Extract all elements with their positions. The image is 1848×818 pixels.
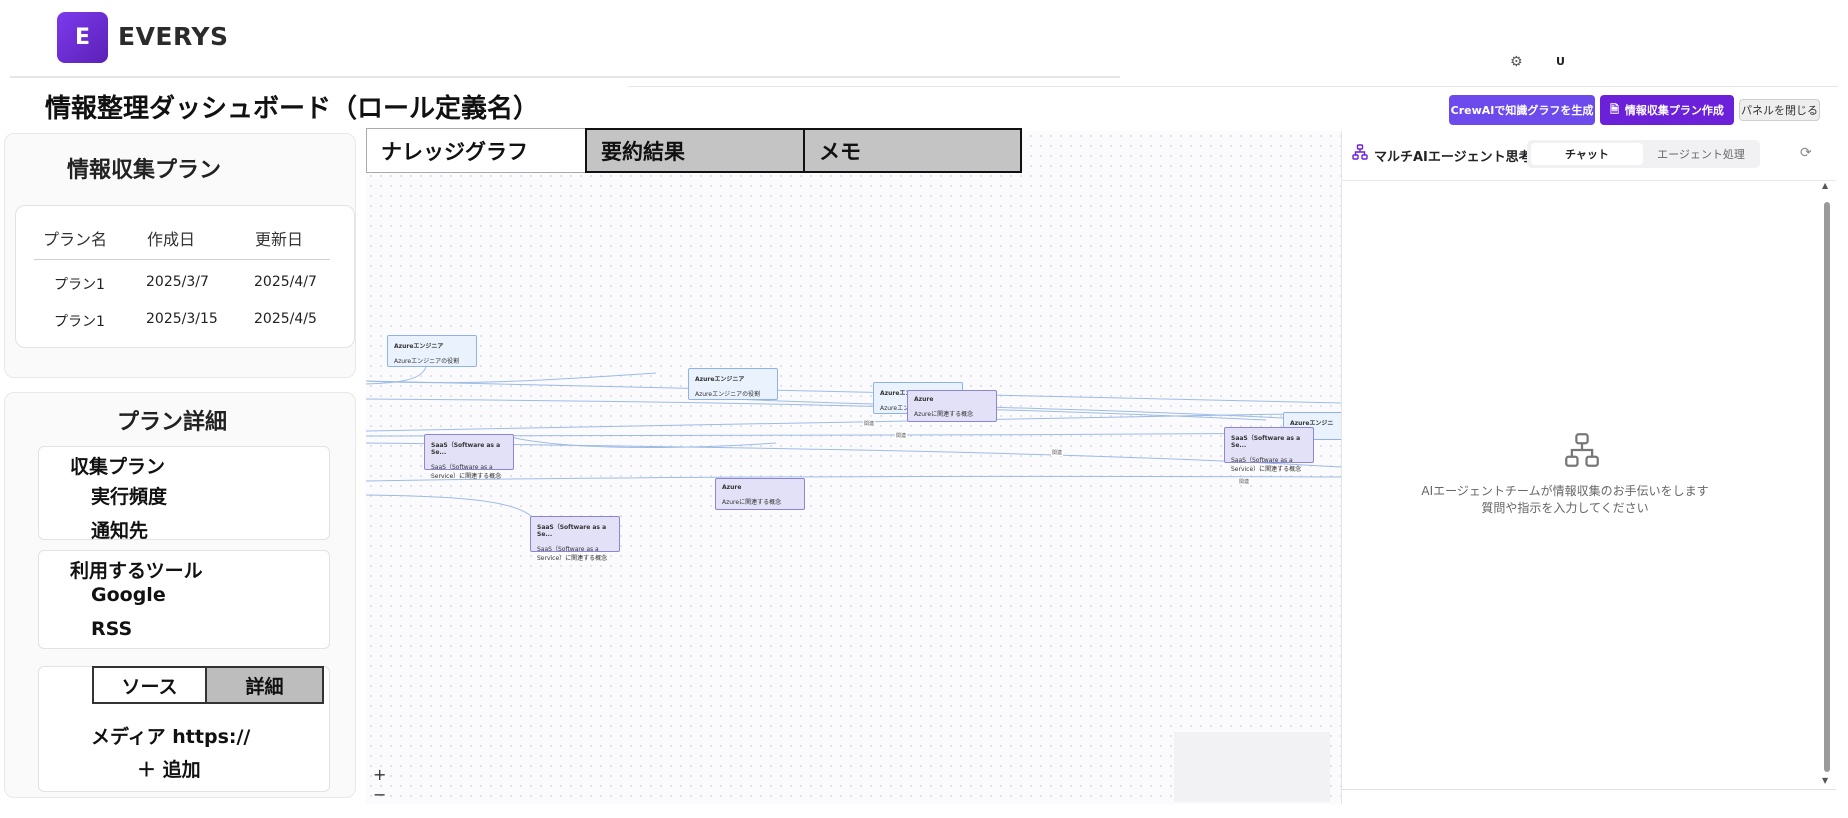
detail-toggle[interactable]: 詳細	[207, 666, 324, 704]
graph-node[interactable]: SaaS（Software as a Se... SaaS（Software a…	[1224, 427, 1314, 473]
scroll-down-icon[interactable]: ▼	[1822, 776, 1828, 785]
scroll-up-icon[interactable]: ▲	[1822, 181, 1828, 190]
table-cell: 2025/3/7	[146, 274, 209, 290]
minimap[interactable]	[1174, 732, 1330, 802]
graph-node[interactable]: SaaS（Software as a Se... SaaS（Software a…	[530, 516, 620, 562]
node-desc: Azureに関連する概念	[722, 499, 782, 506]
table-cell: プラン1	[54, 314, 105, 330]
create-plan-button[interactable]: 🗎 情報収集プラン作成	[1600, 95, 1734, 125]
table-cell: 2025/4/5	[254, 311, 317, 327]
node-desc: SaaS（Software as a Service）に関連する概念	[537, 546, 608, 562]
node-desc: Azureエンジニアの役割	[695, 391, 761, 398]
refresh-icon[interactable]: ⟳	[1800, 145, 1812, 161]
edge-label: 関連	[863, 420, 876, 427]
graph-node[interactable]: Azureエンジニア Azureエンジニアの役割	[387, 335, 477, 367]
zoom-out-button[interactable]: −	[373, 785, 386, 804]
close-panel-button[interactable]: パネルを閉じる	[1739, 99, 1820, 121]
node-desc: Azureに関連する概念	[914, 411, 974, 418]
table-header: 作成日	[147, 230, 196, 249]
header-divider	[10, 76, 1120, 78]
create-plan-label: 情報収集プラン作成	[1624, 104, 1724, 117]
plan-detail-heading: プラン詳細	[117, 410, 228, 435]
document-icon: 🗎	[1610, 102, 1619, 116]
header-divider-2	[628, 86, 1838, 87]
agent-panel-title: マルチAIエージェント思考	[1374, 150, 1532, 165]
table-row[interactable]: プラン1 2025/3/7 2025/4/7	[34, 274, 334, 300]
network-icon	[1564, 432, 1600, 472]
plan-list-heading: 情報収集プラン	[67, 158, 222, 183]
page-title: 情報整理ダッシュボード（ロール定義名）	[45, 94, 540, 124]
edge-label: 関連	[1051, 449, 1064, 456]
edge-label: 関連	[895, 432, 908, 439]
collect-plan-label: 収集プラン	[70, 456, 166, 478]
gear-icon[interactable]: ⚙	[1510, 54, 1523, 70]
tool-item[interactable]: RSS	[91, 618, 132, 640]
panel-divider	[1341, 180, 1836, 181]
empty-state-line2: 質問や指示を入力してください	[1481, 501, 1649, 515]
empty-state-line1: AIエージェントチームが情報収集のお手伝いをします	[1421, 484, 1709, 498]
logo-letter: E	[74, 25, 91, 50]
media-url: メディア https://	[91, 726, 251, 748]
node-title: SaaS（Software as a Se...	[1231, 435, 1301, 449]
tab-summary[interactable]: 要約結果	[585, 128, 805, 173]
source-toggle[interactable]: ソース	[92, 666, 207, 704]
node-desc: SaaS（Software as a Service）に関連する概念	[431, 464, 502, 480]
edge-label: 関連	[1238, 478, 1251, 485]
scrollbar[interactable]	[1824, 202, 1830, 772]
node-desc: Azureエンジニアの役割	[394, 358, 460, 365]
network-icon	[1352, 144, 1368, 164]
node-title: Azureエンジニア	[394, 343, 444, 350]
brand-name: EVERYS	[118, 22, 229, 51]
graph-node[interactable]: Azure Azureに関連する概念	[715, 478, 805, 510]
tools-label: 利用するツール	[70, 560, 203, 582]
graph-node[interactable]: SaaS（Software as a Se... SaaS（Software a…	[424, 434, 514, 480]
node-title: Azure	[914, 396, 934, 403]
table-header: 更新日	[255, 230, 304, 249]
logo: E	[57, 12, 108, 63]
tab-agent-process[interactable]: エージェント処理	[1645, 143, 1757, 165]
collect-item[interactable]: 通知先	[91, 516, 148, 543]
collect-item[interactable]: 実行頻度	[91, 482, 167, 509]
avatar[interactable]: U	[1556, 55, 1565, 68]
tab-memo[interactable]: メモ	[803, 128, 1022, 173]
node-title: Azureエンジニア	[695, 376, 745, 383]
table-header: プラン名	[43, 230, 108, 249]
table-cell: 2025/4/7	[254, 274, 317, 290]
node-title: SaaS（Software as a Se...	[431, 442, 501, 456]
table-row[interactable]: プラン1 2025/3/15 2025/4/5	[34, 311, 334, 337]
graph-node[interactable]: Azure Azureに関連する概念	[907, 390, 997, 422]
graph-node[interactable]: Azureエンジニア Azureエンジニアの役割	[688, 368, 778, 400]
node-title: SaaS（Software as a Se...	[537, 524, 607, 538]
node-title: Azure	[722, 484, 742, 491]
tab-chat[interactable]: チャット	[1531, 143, 1643, 165]
tool-item[interactable]: Google	[91, 584, 166, 606]
node-desc: SaaS（Software as a Service）に関連する概念	[1231, 457, 1302, 473]
table-cell: プラン1	[54, 277, 105, 293]
generate-graph-button[interactable]: CrewAIで知識グラフを生成	[1449, 95, 1595, 125]
table-divider	[34, 259, 330, 260]
table-cell: 2025/3/15	[146, 311, 218, 327]
tab-knowledge-graph[interactable]: ナレッジグラフ	[366, 128, 586, 173]
knowledge-graph-canvas[interactable]: 関連 関連 関連 関連 Azureエンジニア Azureエンジニアの役割 Azu…	[366, 131, 1343, 804]
zoom-in-button[interactable]: +	[373, 765, 386, 784]
input-divider	[1341, 789, 1836, 790]
add-button[interactable]: ＋ 追加	[137, 755, 201, 782]
